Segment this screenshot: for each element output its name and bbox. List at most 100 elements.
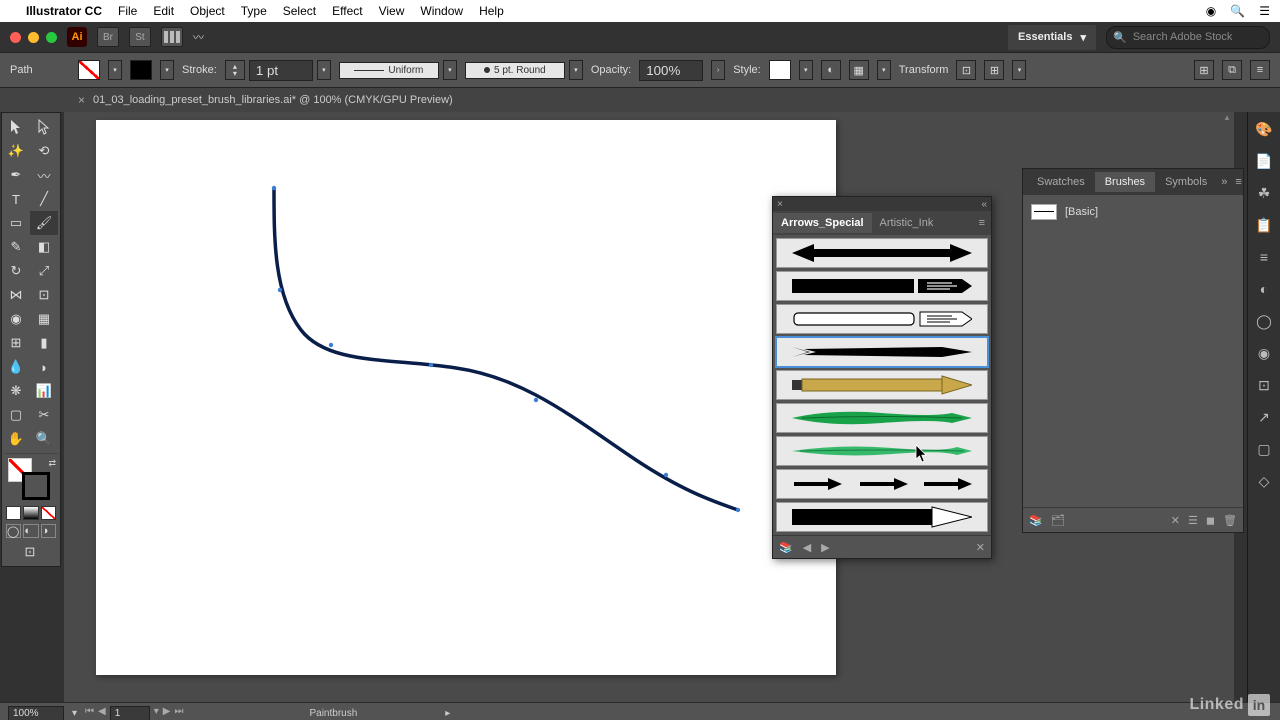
mesh-tool[interactable]: ⊞ bbox=[2, 331, 30, 355]
tab-brushes[interactable]: Brushes bbox=[1095, 172, 1155, 192]
search-stock-input[interactable]: 🔍 Search Adobe Stock bbox=[1106, 26, 1270, 49]
prev-artboard-icon[interactable]: ◀ bbox=[98, 706, 106, 720]
doc-setup-button[interactable]: ⧉ bbox=[1222, 60, 1242, 80]
panel-collapse-icon[interactable]: « bbox=[981, 199, 987, 210]
curvature-tool[interactable]: 〰 bbox=[30, 163, 58, 187]
window-close[interactable] bbox=[10, 32, 21, 43]
menu-view[interactable]: View bbox=[379, 4, 405, 18]
shape-builder-tool[interactable]: ◉ bbox=[2, 307, 30, 331]
libraries-icon[interactable]: ◇ bbox=[1253, 470, 1275, 492]
stroke-profile[interactable]: Uniform bbox=[339, 62, 439, 79]
eyedropper-tool[interactable]: 💧 bbox=[2, 355, 30, 379]
gradient-tool[interactable]: ▮ bbox=[30, 331, 58, 355]
rotate-tool[interactable]: ↻ bbox=[2, 259, 30, 283]
graphic-styles-icon[interactable]: ⊡ bbox=[1253, 374, 1275, 396]
artboard-dropdown-icon[interactable]: ▾ bbox=[154, 706, 159, 720]
scale-tool[interactable]: ⤢ bbox=[30, 259, 58, 283]
shaper-tool[interactable]: ✎ bbox=[2, 235, 30, 259]
selection-tool[interactable] bbox=[2, 115, 30, 139]
stroke-panel-icon[interactable]: ≡ bbox=[1253, 246, 1275, 268]
color-mode-button[interactable] bbox=[6, 506, 21, 520]
drawn-path[interactable] bbox=[96, 120, 836, 675]
stroke-profile-dropdown[interactable]: ▾ bbox=[443, 60, 457, 80]
line-tool[interactable]: ╱ bbox=[30, 187, 58, 211]
pixel-snap-drop[interactable]: ▾ bbox=[1012, 60, 1026, 80]
menu-edit[interactable]: Edit bbox=[153, 4, 174, 18]
graph-tool[interactable]: 📊 bbox=[30, 379, 58, 403]
brush-green-light[interactable] bbox=[776, 436, 988, 466]
color-panel-icon[interactable]: 🎨 bbox=[1253, 118, 1275, 140]
asset-export-icon[interactable]: ↗ bbox=[1253, 406, 1275, 428]
style-dropdown[interactable]: ▾ bbox=[799, 60, 813, 80]
window-zoom[interactable] bbox=[46, 32, 57, 43]
screen-mode-button[interactable]: ⊡ bbox=[2, 540, 58, 564]
menu-select[interactable]: Select bbox=[283, 4, 316, 18]
panel-collapse-icon[interactable]: » bbox=[1217, 176, 1231, 188]
menu-help[interactable]: Help bbox=[479, 4, 504, 18]
gradient-mode-button[interactable] bbox=[23, 506, 38, 520]
stroke-dropdown[interactable]: ▾ bbox=[160, 60, 174, 80]
brush-arrow-double[interactable] bbox=[776, 238, 988, 268]
menu-object[interactable]: Object bbox=[190, 4, 225, 18]
align-drop[interactable]: ▾ bbox=[877, 60, 891, 80]
brush-basic-item[interactable]: [Basic] bbox=[1029, 201, 1237, 223]
opacity-input[interactable] bbox=[639, 60, 703, 81]
workspace-switcher[interactable]: Essentials ▾ bbox=[1008, 25, 1096, 50]
prev-lib-icon[interactable]: ◀ bbox=[803, 541, 811, 554]
tab-close-icon[interactable]: × bbox=[78, 93, 85, 107]
none-mode-button[interactable] bbox=[41, 506, 56, 520]
stroke-swatch[interactable] bbox=[130, 60, 152, 80]
brush-swallowtail[interactable] bbox=[776, 337, 988, 367]
hand-tool[interactable]: ✋ bbox=[2, 427, 30, 451]
perspective-tool[interactable]: ▦ bbox=[30, 307, 58, 331]
menu-window[interactable]: Window bbox=[420, 4, 463, 18]
eraser-tool[interactable]: ◧ bbox=[30, 235, 58, 259]
rectangle-tool[interactable]: ▭ bbox=[2, 211, 30, 235]
draw-normal-button[interactable]: ◯ bbox=[6, 524, 21, 538]
isolate-button[interactable]: ⊡ bbox=[956, 60, 976, 80]
free-transform-tool[interactable]: ⊡ bbox=[30, 283, 58, 307]
lib-close-icon[interactable]: ✕ bbox=[976, 541, 985, 554]
transform-link[interactable]: Transform bbox=[899, 64, 949, 76]
direct-selection-tool[interactable] bbox=[30, 115, 58, 139]
brush-libraries-icon[interactable]: 📚 bbox=[1029, 514, 1043, 527]
fill-stroke-indicator[interactable]: ⇄ bbox=[2, 456, 60, 504]
document-tab[interactable]: × 01_03_loading_preset_brush_libraries.a… bbox=[68, 88, 463, 112]
menu-type[interactable]: Type bbox=[241, 4, 267, 18]
brush-brass[interactable] bbox=[776, 370, 988, 400]
status-more-icon[interactable]: ▸ bbox=[445, 708, 450, 719]
stock-button[interactable]: St bbox=[129, 27, 151, 47]
zoom-input[interactable] bbox=[8, 706, 64, 720]
creative-cloud-icon[interactable]: ◉ bbox=[1206, 4, 1216, 18]
symbol-sprayer-tool[interactable]: ❋ bbox=[2, 379, 30, 403]
delete-brush-icon[interactable]: 🗑 bbox=[1223, 514, 1237, 527]
brush-def-dropdown[interactable]: ▾ bbox=[569, 60, 583, 80]
lasso-tool[interactable]: ⟲ bbox=[30, 139, 58, 163]
zoom-dropdown-icon[interactable]: ▾ bbox=[72, 708, 77, 719]
new-brush-icon[interactable]: ◼ bbox=[1206, 514, 1215, 527]
panel-close-icon[interactable]: × bbox=[777, 199, 783, 210]
stroke-weight-input[interactable] bbox=[249, 60, 313, 81]
app-name[interactable]: Illustrator CC bbox=[26, 4, 102, 18]
zoom-tool[interactable]: 🔍 bbox=[30, 427, 58, 451]
gradient-panel-icon[interactable]: ◐ bbox=[1253, 278, 1275, 300]
color-guide-icon[interactable]: 📄 bbox=[1253, 150, 1275, 172]
float-panel-menu-icon[interactable]: ≡ bbox=[973, 217, 991, 229]
menu-effect[interactable]: Effect bbox=[332, 4, 362, 18]
window-minimize[interactable] bbox=[28, 32, 39, 43]
fill-swatch[interactable] bbox=[78, 60, 100, 80]
fill-dropdown[interactable]: ▾ bbox=[108, 60, 122, 80]
last-artboard-icon[interactable]: ⏭ bbox=[174, 706, 183, 720]
menu-list-icon[interactable]: ☰ bbox=[1259, 4, 1270, 18]
slice-tool[interactable]: ✂ bbox=[30, 403, 58, 427]
brush-definition[interactable]: 5 pt. Round bbox=[465, 62, 565, 79]
recolor-button[interactable]: ◐ bbox=[821, 60, 841, 80]
first-artboard-icon[interactable]: ⏮ bbox=[85, 706, 94, 720]
align-button[interactable]: ▦ bbox=[849, 60, 869, 80]
transparency-panel-icon[interactable]: ◯ bbox=[1253, 310, 1275, 332]
tab-artistic-ink[interactable]: Artistic_Ink bbox=[872, 213, 942, 233]
tab-symbols[interactable]: Symbols bbox=[1155, 172, 1217, 192]
brush-hand-black[interactable] bbox=[776, 271, 988, 301]
tab-swatches[interactable]: Swatches bbox=[1027, 172, 1095, 192]
blend-tool[interactable]: ◗ bbox=[30, 355, 58, 379]
